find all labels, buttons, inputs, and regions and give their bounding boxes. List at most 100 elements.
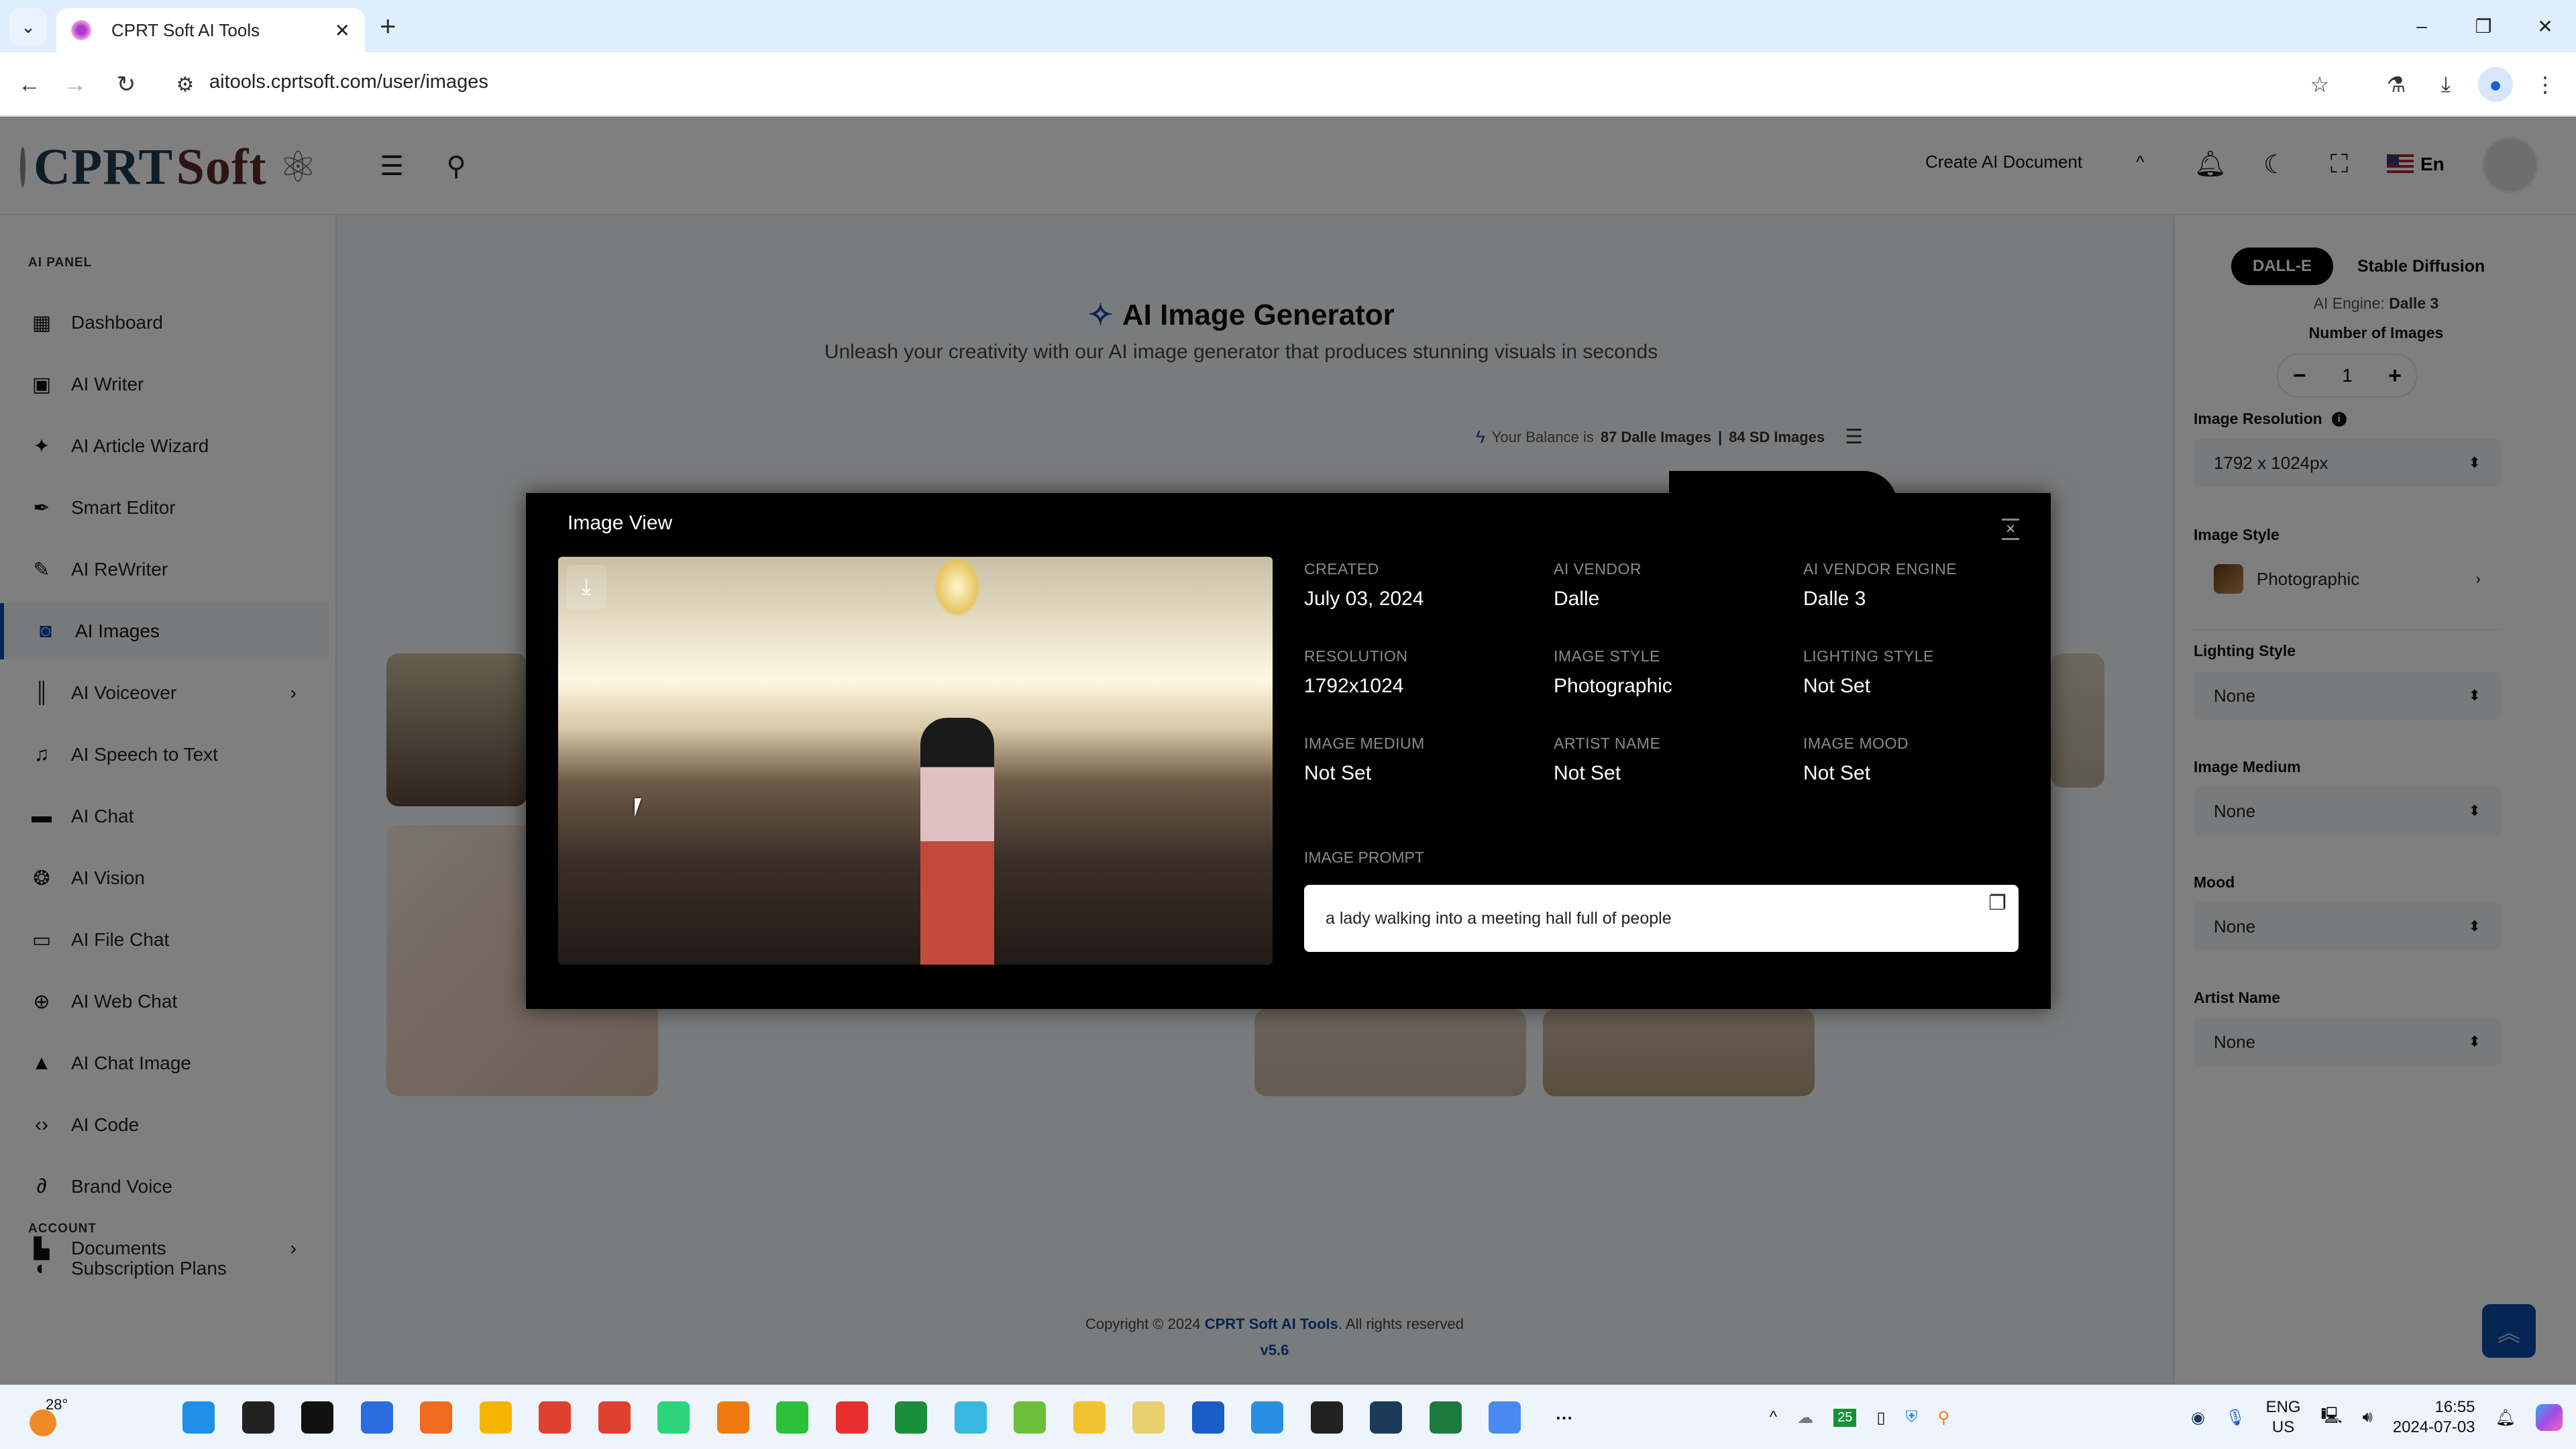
system-tray: ^ ☁ 25 ▯ ⛨ ⚲ ◉ 🎙︎ ENG US 🖳︎ 🔊︎ 16:55 2024-…: [1770, 1385, 2563, 1449]
restore-button[interactable]: ❐: [2453, 0, 2514, 52]
modal-close-button[interactable]: ×: [2002, 519, 2019, 540]
chrome-taskbar-icon[interactable]: [479, 1401, 512, 1434]
browser-tab-bar: ⌄ CPRT Soft AI Tools ✕ + – ❐ ✕: [0, 0, 2576, 52]
meta-key: AI VENDOR: [1554, 560, 1642, 578]
meta-key: AI VENDOR ENGINE: [1803, 560, 1957, 578]
app-m-taskbar-icon[interactable]: [657, 1401, 690, 1434]
more-taskbar-icon[interactable]: ⋯: [1548, 1401, 1580, 1434]
generated-image: ⤓: [558, 557, 1273, 965]
clock-time: 16:55: [2434, 1398, 2475, 1416]
image-chandelier: [934, 557, 981, 617]
meta-ai-vendor: AI VENDOR Dalle: [1554, 560, 1795, 610]
copilot-icon[interactable]: [2536, 1404, 2563, 1431]
input-language[interactable]: ENG US: [2266, 1397, 2301, 1438]
meta-created: CREATED July 03, 2024: [1304, 560, 1546, 610]
mouse-cursor: [635, 798, 648, 817]
download-icon: ⤓: [581, 574, 592, 598]
minimize-button[interactable]: –: [2391, 0, 2453, 52]
profile-icon[interactable]: ●: [2478, 67, 2513, 102]
file-explorer-taskbar-icon[interactable]: [1073, 1401, 1106, 1434]
start-taskbar-icon[interactable]: [182, 1401, 215, 1434]
chromium-taskbar-icon[interactable]: [1489, 1401, 1521, 1434]
notepad-plus-taskbar-icon[interactable]: [1014, 1401, 1046, 1434]
excel-taskbar-icon[interactable]: [1429, 1401, 1462, 1434]
do-not-disturb-bell-icon[interactable]: 🔔︎: [2496, 1408, 2516, 1428]
meta-key: RESOLUTION: [1304, 647, 1408, 665]
meta-artist-name: ARTIST NAME Not Set: [1554, 735, 1795, 785]
notepad-taskbar-icon[interactable]: [954, 1401, 987, 1434]
close-icon: ×: [2005, 520, 2015, 538]
meta-value: Photographic: [1554, 675, 1672, 697]
browser-toolbar-right: ☆ ⚗ ⤓ ● ⋮: [2302, 67, 2563, 102]
clock[interactable]: 16:55 2024-07-03: [2393, 1397, 2475, 1438]
security-shield-icon[interactable]: ⛨: [1906, 1408, 1918, 1427]
weather-widget[interactable]: 28°: [25, 1396, 68, 1438]
microphone-icon[interactable]: 🎙︎: [2225, 1408, 2245, 1428]
sticky-taskbar-icon[interactable]: [1310, 1401, 1343, 1434]
meta-value: 1792x1024: [1304, 675, 1404, 697]
back-button[interactable]: ←: [12, 67, 47, 102]
tab-close-icon[interactable]: ✕: [335, 19, 350, 42]
browser-tab[interactable]: CPRT Soft AI Tools ✕: [56, 8, 365, 52]
tray-app-badge[interactable]: 25: [1833, 1408, 1857, 1427]
meta-lighting-style: LIGHTING STYLE Not Set: [1803, 647, 2045, 698]
meta-key: CREATED: [1304, 560, 1379, 578]
onedrive-icon[interactable]: ☁: [1797, 1408, 1813, 1428]
show-hidden-icons-chevron[interactable]: ^: [1770, 1408, 1777, 1427]
more-vert-icon[interactable]: ⋮: [2528, 67, 2563, 102]
calendar-taskbar-icon[interactable]: [1251, 1401, 1283, 1434]
network-icon[interactable]: 🖳︎: [2321, 1404, 2343, 1432]
meta-value: Dalle 3: [1803, 588, 1866, 610]
image-subject: [920, 718, 994, 965]
forward-button[interactable]: →: [58, 67, 93, 102]
meta-key: LIGHTING STYLE: [1803, 647, 1934, 665]
terminal-taskbar-icon[interactable]: [301, 1401, 333, 1434]
weather-temperature: 28°: [46, 1396, 68, 1413]
labs-flask-icon[interactable]: ⚗: [2379, 67, 2414, 102]
close-window-button[interactable]: ✕: [2514, 0, 2576, 52]
forward-arrow-icon: →: [64, 71, 87, 97]
meta-key: IMAGE STYLE: [1554, 647, 1660, 665]
meta-key: IMAGE MOOD: [1803, 735, 1909, 752]
steam-taskbar-icon[interactable]: [1370, 1401, 1402, 1434]
download-icon[interactable]: ⤓: [2428, 67, 2463, 102]
meta-value: Not Set: [1554, 762, 1621, 784]
site-settings-icon[interactable]: ⚙: [172, 70, 199, 99]
download-image-button[interactable]: ⤓: [566, 565, 606, 609]
reload-icon: ↻: [116, 72, 136, 97]
volume-icon[interactable]: 🔊︎: [2363, 1408, 2373, 1427]
powershell-taskbar-icon[interactable]: [360, 1401, 393, 1434]
back-arrow-icon: ←: [18, 71, 41, 97]
image-prompt-label: IMAGE PROMPT: [1304, 849, 1424, 866]
app-green-taskbar-icon[interactable]: [776, 1401, 808, 1434]
app-disk-taskbar-icon[interactable]: [1132, 1401, 1165, 1434]
lang-line2: US: [2271, 1418, 2295, 1436]
word-taskbar-icon[interactable]: [1191, 1401, 1224, 1434]
weather-icon: [30, 1409, 56, 1436]
image-prompt-text: a lady walking into a meeting hall full …: [1326, 908, 1672, 928]
window-controls: – ❐ ✕: [2391, 0, 2576, 52]
task-view-taskbar-icon[interactable]: [241, 1401, 274, 1434]
firefox-taskbar-icon[interactable]: [420, 1401, 452, 1434]
app-a-taskbar-icon[interactable]: [895, 1401, 927, 1434]
meta-resolution: RESOLUTION 1792x1024: [1304, 647, 1546, 698]
chrome-beta-taskbar-icon[interactable]: [539, 1401, 571, 1434]
reload-button[interactable]: ↻: [109, 67, 144, 102]
copy-icon[interactable]: ❐: [1988, 892, 2006, 915]
meta-key: ARTIST NAME: [1554, 735, 1661, 752]
chrome-dev-taskbar-icon[interactable]: [598, 1401, 631, 1434]
bookmark-star-icon[interactable]: ☆: [2302, 67, 2337, 102]
usb-icon[interactable]: ▯: [1876, 1408, 1885, 1428]
image-prompt-box: a lady walking into a meeting hall full …: [1304, 885, 2019, 952]
search-tool-tray-icon[interactable]: ⚲: [1938, 1408, 1950, 1428]
clock-date: 2024-07-03: [2392, 1418, 2475, 1436]
app-x-taskbar-icon[interactable]: [835, 1401, 868, 1434]
tab-list-button[interactable]: ⌄: [9, 8, 47, 46]
search-tool-taskbar-icon[interactable]: [716, 1401, 749, 1434]
meta-value: Dalle: [1554, 588, 1600, 610]
new-tab-button[interactable]: +: [380, 12, 396, 40]
meta-image-mood: IMAGE MOOD Not Set: [1803, 735, 2045, 785]
tab-title: CPRT Soft AI Tools: [111, 19, 260, 40]
steam-tray-icon[interactable]: ◉: [2191, 1408, 2205, 1428]
url-field[interactable]: aitools.cprtsoft.com/user/images: [209, 71, 488, 93]
